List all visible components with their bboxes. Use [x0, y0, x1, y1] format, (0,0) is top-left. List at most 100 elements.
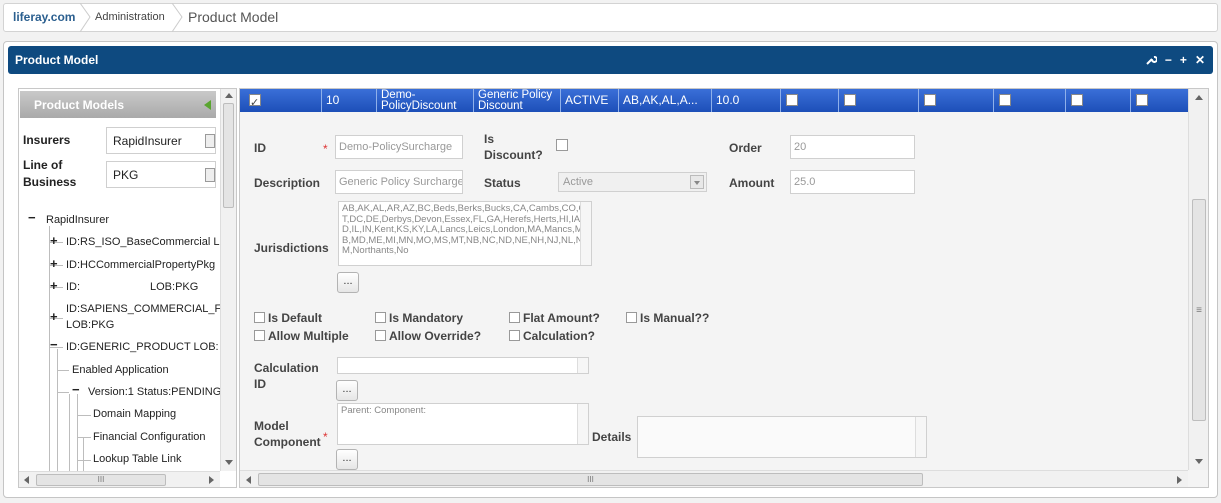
breadcrumb: liferay.com Administration Product Model — [3, 3, 1218, 32]
right-vertical-scrollbar[interactable]: ≡ — [1188, 89, 1208, 470]
calculation-id-input[interactable] — [337, 357, 589, 374]
jurisdictions-textarea[interactable]: AB,AK,AL,AR,AZ,BC,Beds,Berks,Bucks,CA,Ca… — [338, 201, 592, 266]
breadcrumb-admin-link[interactable]: Administration — [95, 4, 165, 31]
scroll-right-icon[interactable] — [209, 476, 214, 484]
flat-amount-checkbox[interactable]: Flat Amount? — [509, 311, 600, 325]
lob-select-value: PKG — [113, 168, 139, 182]
checkbox-box[interactable] — [254, 312, 265, 323]
scroll-down-icon[interactable] — [225, 460, 233, 465]
checkbox-box[interactable] — [626, 312, 637, 323]
chevron-down-icon[interactable] — [205, 168, 215, 182]
scroll-up-icon[interactable] — [225, 93, 233, 98]
selected-grid-row[interactable]: 10 Demo-PolicyDiscount Generic PolicyDis… — [240, 89, 1188, 112]
grid-cell-id-line2: PolicyDiscount — [381, 100, 457, 112]
details-scrollbar[interactable] — [915, 417, 926, 457]
lob-select[interactable]: PKG — [106, 161, 216, 188]
jurisdictions-value: AB,AK,AL,AR,AZ,BC,Beds,Berks,Bucks,CA,Ca… — [342, 203, 586, 256]
portlet-title: Product Model — [15, 53, 99, 67]
flat-amount-label: Flat Amount? — [523, 311, 600, 325]
grid-checkbox[interactable] — [1071, 94, 1083, 106]
maximize-icon[interactable]: + — [1180, 53, 1187, 67]
breadcrumb-home-link[interactable]: liferay.com — [13, 4, 75, 31]
grid-cell-select[interactable] — [240, 89, 321, 112]
tree-node[interactable]: Enabled Application — [72, 364, 169, 376]
expand-icon[interactable]: + — [50, 278, 58, 293]
lob-label: Line of Business — [23, 157, 76, 191]
checkbox-box[interactable] — [509, 330, 520, 341]
is-manual-label: Is Manual?? — [640, 311, 710, 325]
left-horizontal-scrollbar[interactable]: III — [19, 471, 220, 487]
scroll-down-icon[interactable] — [1195, 459, 1203, 464]
insurers-select-value: RapidInsurer — [113, 134, 182, 148]
is-default-checkbox[interactable]: Is Default — [254, 311, 322, 325]
is-mandatory-checkbox[interactable]: Is Mandatory — [375, 311, 463, 325]
grid-checkbox[interactable] — [999, 94, 1011, 106]
tree-node[interactable]: ID: — [66, 281, 80, 293]
collapse-icon[interactable]: − — [72, 382, 80, 397]
scroll-thumb[interactable]: III — [258, 473, 923, 486]
jurisdictions-scrollbar[interactable] — [580, 202, 591, 265]
scroll-left-icon[interactable] — [24, 476, 29, 484]
jurisdictions-lookup-button[interactable]: ... — [337, 272, 359, 293]
amount-input[interactable]: 25.0 — [790, 170, 915, 194]
allow-override-checkbox[interactable]: Allow Override? — [375, 329, 481, 343]
checkbox-box[interactable] — [254, 330, 265, 341]
collapse-arrow-icon[interactable] — [204, 100, 211, 110]
is-default-label: Is Default — [268, 311, 323, 325]
checkbox-box[interactable] — [375, 312, 386, 323]
grid-checkbox[interactable] — [786, 94, 798, 106]
tree-node[interactable]: ID:GENERIC_PRODUCT LOB: — [66, 341, 219, 353]
allow-multiple-checkbox[interactable]: Allow Multiple — [254, 329, 349, 343]
tree-node[interactable]: Domain Mapping — [93, 408, 176, 420]
details-textarea[interactable] — [637, 416, 927, 458]
tree-node[interactable]: Lookup Table Link — [93, 453, 181, 465]
jurisdictions-label: Jurisdictions — [254, 241, 329, 255]
model-component-textarea[interactable]: Parent: Component: — [337, 403, 589, 445]
is-discount-checkbox[interactable] — [556, 139, 568, 151]
scroll-left-icon[interactable] — [246, 476, 251, 484]
checkbox-box[interactable] — [375, 330, 386, 341]
model-component-placeholder: Parent: Component: — [341, 405, 427, 416]
description-input[interactable]: Generic Policy Surcharge — [335, 170, 463, 194]
right-horizontal-scrollbar[interactable]: III — [240, 470, 1188, 487]
product-models-header[interactable]: Product Models — [20, 91, 216, 118]
expand-icon[interactable]: + — [50, 256, 58, 271]
tree-node[interactable]: ID:RS_ISO_BaseCommercial L — [66, 236, 219, 248]
checkbox-box[interactable] — [509, 312, 520, 323]
tree-node[interactable]: ID:SAPIENS_COMMERCIAL_F — [66, 303, 221, 315]
tree-node[interactable]: ID:HCCommercialPropertyPkg — [66, 259, 215, 271]
expand-icon[interactable]: + — [50, 233, 58, 248]
is-manual-checkbox[interactable]: Is Manual?? — [626, 311, 709, 325]
model-component-scrollbar[interactable] — [577, 404, 588, 444]
wrench-icon[interactable] — [1145, 54, 1157, 66]
chevron-down-icon[interactable] — [205, 134, 215, 148]
calculation-id-lookup-button[interactable]: ... — [336, 380, 358, 401]
id-input[interactable]: Demo-PolicySurcharge — [335, 135, 463, 159]
collapse-icon[interactable]: − — [28, 210, 36, 225]
calculation-checkbox[interactable]: Calculation? — [509, 329, 595, 343]
order-input[interactable]: 20 — [790, 135, 915, 159]
expand-icon[interactable]: + — [50, 309, 58, 324]
scroll-up-icon[interactable] — [1195, 95, 1203, 100]
minimize-icon[interactable]: − — [1165, 53, 1172, 67]
insurers-select[interactable]: RapidInsurer — [106, 127, 216, 154]
tree-node-root[interactable]: RapidInsurer — [46, 214, 109, 226]
scroll-thumb[interactable]: III — [36, 474, 166, 486]
close-icon[interactable]: ✕ — [1195, 53, 1205, 67]
calculation-id-spinner[interactable] — [577, 358, 588, 373]
status-select[interactable]: Active — [558, 172, 707, 192]
scroll-right-icon[interactable] — [1177, 476, 1182, 484]
scroll-thumb[interactable]: ≡ — [1192, 199, 1206, 421]
grid-checkbox[interactable] — [1136, 94, 1148, 106]
left-vertical-scrollbar[interactable] — [220, 89, 236, 471]
grid-checkbox[interactable] — [844, 94, 856, 106]
tree-node[interactable]: Financial Configuration — [93, 431, 206, 443]
scroll-thumb[interactable] — [223, 103, 234, 208]
tree-node[interactable]: Version:1 Status:PENDING — [88, 386, 221, 398]
model-component-lookup-button[interactable]: ... — [336, 449, 358, 470]
row-checkbox[interactable] — [249, 92, 261, 112]
grid-checkbox[interactable] — [924, 94, 936, 106]
chevron-down-icon[interactable] — [690, 175, 704, 189]
lob-label-line1: Line of — [23, 158, 63, 172]
tree-node-lob: LOB:PKG — [66, 319, 115, 331]
